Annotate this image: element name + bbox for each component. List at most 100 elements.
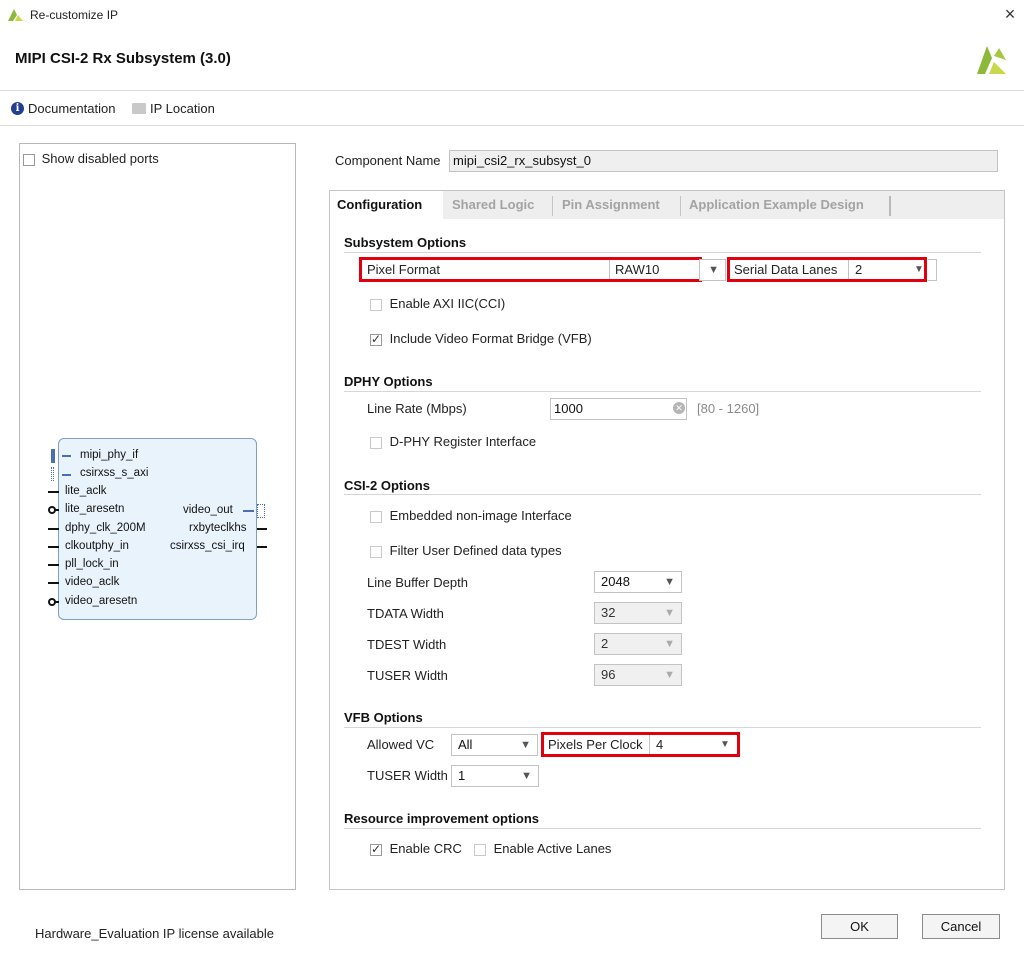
csi2-options-heading: CSI-2 Options <box>344 478 430 493</box>
cancel-button[interactable]: Cancel <box>922 914 1000 939</box>
port-line <box>48 491 59 493</box>
line-rate-range: [80 - 1260] <box>697 401 760 416</box>
title-bar <box>0 0 1024 32</box>
port-video-out: video_out <box>183 504 233 516</box>
port-lite-aclk: lite_aclk <box>65 485 107 497</box>
chevron-down-icon: ▼ <box>521 770 532 782</box>
component-name-input[interactable]: mipi_csi2_rx_subsyst_0 <box>449 150 998 172</box>
checkbox-box[interactable] <box>370 842 382 856</box>
port-line <box>257 528 267 530</box>
include-vfb-checkbox[interactable]: Include Video Format Bridge (VFB) <box>370 331 592 346</box>
tdata-width-value: 32 <box>601 605 616 620</box>
section-divider <box>344 828 981 829</box>
section-divider <box>344 494 981 495</box>
vfb-tuser-width-select[interactable]: 1 ▼ <box>451 765 539 787</box>
config-panel <box>329 190 1005 890</box>
embedded-interface-checkbox[interactable]: Embedded non-image Interface <box>370 508 572 523</box>
dphy-options-heading: DPHY Options <box>344 374 433 389</box>
subsystem-options-heading: Subsystem Options <box>344 235 467 250</box>
serial-lanes-value[interactable]: 2 <box>855 262 862 277</box>
filter-udt-label: Filter User Defined data types <box>389 543 562 558</box>
tdata-width-select[interactable]: 32 ▼ <box>594 602 682 624</box>
tab-application-example-design[interactable]: Application Example Design <box>689 191 864 219</box>
component-name-label: Component Name <box>335 153 441 168</box>
ip-location-button[interactable]: IP Location <box>132 101 215 116</box>
tuser-width-label: TUSER Width <box>367 668 448 683</box>
port-video-aclk: video_aclk <box>65 576 120 588</box>
header-divider <box>0 90 1024 91</box>
tab-divider <box>680 196 681 216</box>
enable-axi-iic-label: Enable AXI IIC(CCI) <box>389 296 506 311</box>
port-csirxss-s-axi: csirxss_s_axi <box>80 467 149 479</box>
checkbox-box[interactable] <box>370 298 382 311</box>
line-buffer-depth-select[interactable]: 2048 ▼ <box>594 571 682 593</box>
port-clkoutphy-in: clkoutphy_in <box>65 540 129 552</box>
info-icon: i <box>11 102 24 115</box>
close-button[interactable]: × <box>1000 4 1020 26</box>
window-title: Re-customize IP <box>30 8 119 22</box>
tuser-width-value: 96 <box>601 667 616 682</box>
section-divider <box>344 252 981 253</box>
enable-axi-iic-checkbox[interactable]: Enable AXI IIC(CCI) <box>370 296 505 311</box>
tab-pin-assignment[interactable]: Pin Assignment <box>562 191 660 219</box>
chevron-down-icon[interactable]: ▼ <box>914 264 924 275</box>
port-lite-aresetn: lite_aresetn <box>65 503 125 515</box>
chevron-down-icon: ▼ <box>664 638 675 650</box>
tuser-width-select[interactable]: 96 ▼ <box>594 664 682 686</box>
bus-port-icon <box>257 504 265 518</box>
checkbox-box[interactable] <box>370 332 382 346</box>
checkbox-box[interactable] <box>23 153 35 166</box>
checkbox-box[interactable] <box>370 510 382 523</box>
tab-configuration[interactable]: Configuration <box>330 191 443 219</box>
dphy-register-interface-label: D-PHY Register Interface <box>389 434 537 449</box>
chevron-down-icon: ▼ <box>664 669 675 681</box>
vfb-options-heading: VFB Options <box>344 710 423 725</box>
tab-shared-logic[interactable]: Shared Logic <box>452 191 534 219</box>
port-line <box>48 564 59 566</box>
clear-icon[interactable]: ✕ <box>673 402 685 414</box>
pixels-per-clock-label: Pixels Per Clock <box>548 737 643 752</box>
pixel-format-label: Pixel Format <box>367 262 440 277</box>
port-video-aresetn: video_aresetn <box>65 595 138 607</box>
tdest-width-label: TDEST Width <box>367 637 447 652</box>
field-divider <box>848 260 849 279</box>
documentation-label: Documentation <box>28 101 116 116</box>
field-divider <box>649 735 650 754</box>
tdest-width-select[interactable]: 2 ▼ <box>594 633 682 655</box>
port-dphy-clk-200m: dphy_clk_200M <box>65 522 146 534</box>
ok-button[interactable]: OK <box>821 914 898 939</box>
enable-crc-label: Enable CRC <box>389 841 462 856</box>
enable-active-lanes-checkbox[interactable]: Enable Active Lanes <box>474 841 611 856</box>
embedded-interface-label: Embedded non-image Interface <box>389 508 572 523</box>
show-disabled-ports-label: Show disabled ports <box>41 151 159 166</box>
field-divider <box>609 260 610 279</box>
chevron-down-icon: ▼ <box>520 739 531 751</box>
enable-crc-checkbox[interactable]: Enable CRC <box>370 841 462 856</box>
ip-location-label: IP Location <box>150 101 215 116</box>
pixels-per-clock-value[interactable]: 4 <box>656 737 663 752</box>
tdest-width-value: 2 <box>601 636 609 651</box>
allowed-vc-select[interactable]: All ▼ <box>451 734 538 756</box>
resource-options-heading: Resource improvement options <box>344 811 540 826</box>
close-icon[interactable]: × <box>1005 4 1016 24</box>
pixel-format-value[interactable]: RAW10 <box>615 262 659 277</box>
chevron-down-icon[interactable]: ▼ <box>720 739 730 750</box>
port-line <box>243 510 254 512</box>
toolbar-divider <box>0 125 1024 126</box>
bus-port-icon <box>51 467 54 481</box>
checkbox-box[interactable] <box>370 545 382 558</box>
allowed-vc-label: Allowed VC <box>367 737 435 752</box>
port-mipi-phy-if: mipi_phy_if <box>80 449 139 461</box>
xilinx-logo-icon <box>977 46 1006 74</box>
include-vfb-label: Include Video Format Bridge (VFB) <box>389 331 592 346</box>
vfb-tuser-width-label: TUSER Width <box>367 768 448 783</box>
section-divider <box>344 727 981 728</box>
checkbox-box[interactable] <box>474 843 486 856</box>
line-rate-input[interactable]: 1000 <box>550 398 687 420</box>
filter-udt-checkbox[interactable]: Filter User Defined data types <box>370 543 562 558</box>
checkbox-box[interactable] <box>370 436 382 449</box>
dphy-register-interface-checkbox[interactable]: D-PHY Register Interface <box>370 434 536 449</box>
show-disabled-ports-checkbox[interactable]: Show disabled ports <box>23 151 159 166</box>
documentation-button[interactable]: i Documentation <box>11 101 115 116</box>
pixel-format-dropdown[interactable]: ▼ <box>699 259 726 281</box>
